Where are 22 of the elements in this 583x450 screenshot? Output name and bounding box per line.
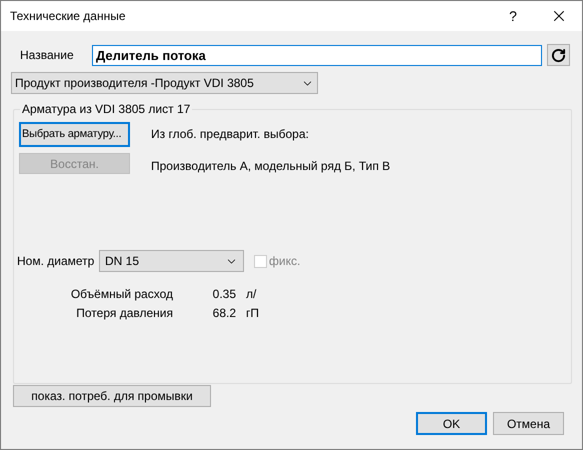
unit-text: л/ — [246, 286, 258, 301]
diameter-label: Ном. диаметр — [17, 253, 96, 270]
value-text: 68.2 — [212, 305, 236, 320]
value-text: 0.35 — [212, 286, 236, 301]
value-label: Потеря давления — [75, 305, 173, 320]
select-fitting-button[interactable]: Выбрать арматуру... — [19, 122, 130, 147]
info-text: Производитель А, модельный ряд Б, Тип В — [151, 158, 390, 175]
refresh-icon — [551, 48, 566, 62]
name-label: Название — [20, 47, 75, 64]
name-field[interactable]: Делитель потока — [92, 44, 542, 66]
fixed-label: фикс. — [269, 253, 300, 270]
diameter-dropdown[interactable]: DN 15 — [99, 250, 244, 272]
dialog-button[interactable]: Отмена — [493, 412, 564, 435]
unit-text: гП — [246, 305, 260, 320]
info-heading: Из глоб. предварит. выбора: — [151, 126, 310, 143]
refresh-button[interactable] — [547, 44, 570, 66]
window-title: Технические данные — [10, 8, 127, 25]
source-dropdown[interactable]: Продукт производителя -Продукт VDI 3805 — [11, 72, 318, 94]
flush-button[interactable]: показ. потреб. для промывки — [13, 385, 211, 407]
dialog-button[interactable]: OK — [416, 412, 487, 435]
value-label: Объёмный расход — [70, 286, 173, 301]
help-button[interactable]: ? — [490, 1, 536, 31]
